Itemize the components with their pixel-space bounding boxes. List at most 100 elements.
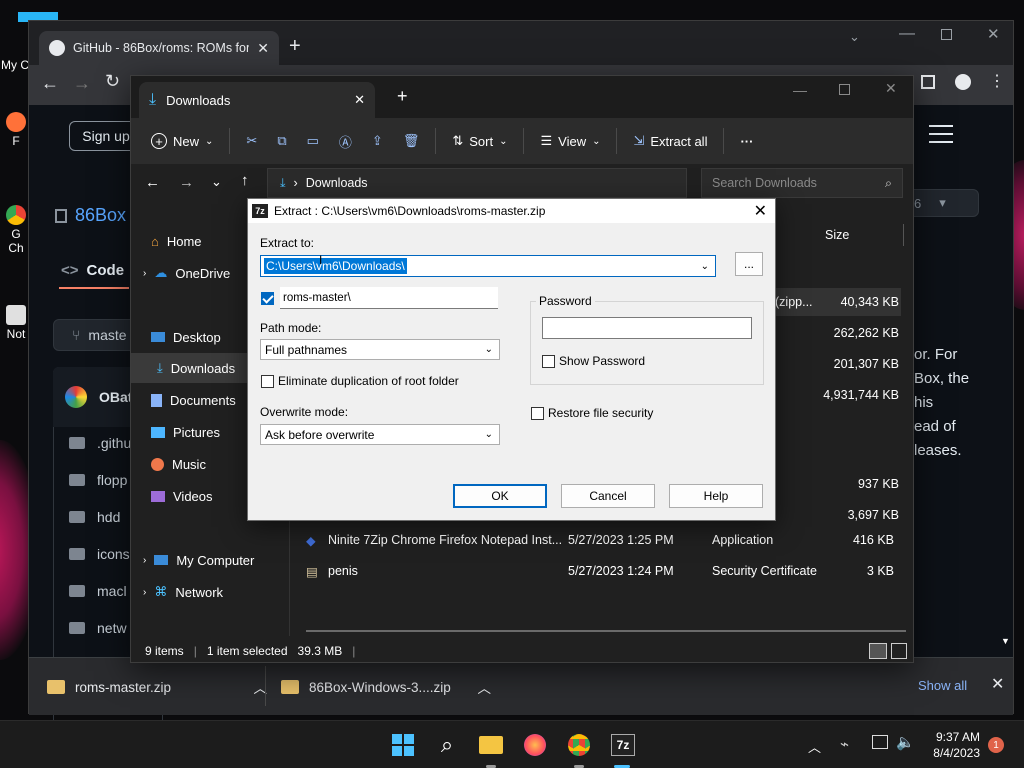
close-tab-icon[interactable]: ✕ (257, 40, 269, 57)
list-item[interactable]: flopp (69, 462, 127, 498)
view-button[interactable]: ☰ View ⌄ (530, 125, 610, 157)
tab-code[interactable]: <> Code (61, 262, 124, 279)
download-item[interactable]: 86Box-Windows-3....zip ︿ (281, 658, 491, 716)
sidebar-item-documents[interactable]: Documents (151, 385, 236, 415)
maximize-icon[interactable] (941, 29, 952, 40)
new-button[interactable]: + New ⌄ (141, 125, 223, 157)
menu-icon[interactable]: ⋮ (989, 71, 1005, 91)
close-downloads-bar-icon[interactable]: ✕ (991, 674, 1004, 694)
maximize-icon[interactable] (839, 84, 850, 95)
recent-locations-icon[interactable]: ⌄ (211, 174, 222, 190)
extract-to-input[interactable]: C:\Users\vm6\Downloads\ (264, 258, 407, 274)
file-size: 937 KB (857, 477, 899, 491)
extract-to-combo[interactable]: C:\Users\vm6\Downloads\ ⌄ (260, 255, 716, 277)
address-bar[interactable]: ⤓ › Downloads (267, 168, 687, 198)
sidebar-item-desktop[interactable]: Desktop (151, 322, 221, 352)
details-view-icon[interactable] (869, 643, 887, 659)
horizontal-scrollbar[interactable] (306, 630, 906, 632)
close-window-icon[interactable]: ✕ (885, 80, 897, 97)
repo-title[interactable]: 86Box (55, 205, 126, 226)
sidebar-item-label: OneDrive (175, 265, 231, 281)
volume-icon[interactable]: 🔈 (896, 733, 915, 751)
firefox-taskbar-button[interactable] (520, 730, 550, 760)
new-tab-icon[interactable]: + (289, 35, 301, 58)
chevron-up-icon[interactable]: ︿ (478, 677, 492, 697)
minimize-icon[interactable]: — (793, 82, 807, 98)
desktop-icon-firefox[interactable]: F (4, 112, 28, 148)
forward-icon[interactable]: → (179, 174, 194, 191)
more-options-icon[interactable]: ··· (730, 125, 763, 157)
new-tab-icon[interactable]: + (397, 86, 408, 107)
7zip-taskbar-button[interactable]: 7z (608, 730, 638, 760)
tiles-view-icon[interactable] (891, 643, 907, 659)
help-button[interactable]: Help (669, 484, 763, 508)
list-item[interactable]: macl (69, 573, 127, 609)
close-icon[interactable]: ✕ (754, 201, 767, 221)
list-item[interactable]: icons (69, 536, 130, 572)
rename-icon[interactable]: Ⓐ (329, 125, 362, 157)
delete-icon[interactable]: 🗑 (393, 125, 430, 157)
download-item[interactable]: roms-master.zip ︿ (47, 658, 267, 716)
minimize-icon[interactable]: — (899, 25, 915, 43)
network-icon[interactable]: ⌁ (840, 735, 849, 753)
reload-icon[interactable]: ↻ (105, 71, 120, 92)
browse-button[interactable]: ... (735, 252, 763, 276)
tab-search-icon[interactable]: ⌄ (849, 29, 860, 45)
sidebar-item-videos[interactable]: Videos (151, 481, 213, 511)
side-panel-icon[interactable] (921, 75, 935, 89)
chrome-taskbar-button[interactable] (564, 730, 594, 760)
extract-all-button[interactable]: ⇲ Extract all (623, 125, 717, 157)
overwrite-mode-select[interactable]: Ask before overwrite ⌄ (260, 424, 500, 445)
sidebar-item-network[interactable]: › ⌘ Network (143, 577, 223, 607)
column-header-size[interactable]: Size (825, 228, 849, 242)
explorer-tab[interactable]: ⤓ Downloads ✕ (139, 82, 375, 118)
file-explorer-taskbar-button[interactable] (476, 730, 506, 760)
path-mode-select[interactable]: Full pathnames ⌄ (260, 339, 500, 360)
sort-button[interactable]: ⇅ Sort ⌄ (442, 125, 517, 157)
hamburger-icon[interactable] (929, 125, 953, 143)
desktop-icon-notepad[interactable]: Not (4, 305, 28, 341)
display-icon[interactable] (872, 735, 888, 749)
copy-icon[interactable]: ⧉ (267, 125, 296, 157)
cancel-button[interactable]: Cancel (561, 484, 655, 508)
scroll-down-icon[interactable]: ▼ (1001, 636, 1010, 646)
up-icon[interactable]: ↑ (241, 172, 249, 189)
sidebar-item-music[interactable]: Music (151, 449, 206, 479)
show-all-link[interactable]: Show all (918, 678, 967, 693)
sidebar-item-home[interactable]: ⌂ Home (151, 226, 202, 256)
forward-icon[interactable]: → (73, 73, 91, 94)
table-row[interactable]: ◆ Ninite 7Zip Chrome Firefox Notepad Ins… (306, 525, 906, 555)
cut-icon[interactable]: ✂ (236, 125, 267, 157)
share-icon[interactable]: ⇪ (362, 125, 393, 157)
profile-icon[interactable] (955, 74, 971, 90)
eliminate-duplication-checkbox[interactable]: Eliminate duplication of root folder (261, 374, 459, 388)
table-row[interactable]: ▤ penis 5/27/2023 1:24 PM Security Certi… (306, 556, 906, 586)
list-item[interactable]: hdd (69, 499, 120, 535)
search-box[interactable]: Search Downloads ⌕ (701, 168, 903, 198)
list-item[interactable]: .githu (69, 425, 131, 461)
subfolder-checkbox[interactable] (261, 292, 274, 308)
sidebar-item-my-computer[interactable]: › My Computer (143, 545, 254, 575)
paste-icon[interactable]: ▭ (297, 125, 329, 157)
restore-security-checkbox[interactable]: Restore file security (531, 406, 653, 420)
browser-tab-github[interactable]: GitHub - 86Box/roms: ROMs for ✕ (39, 31, 279, 65)
ok-button[interactable]: OK (453, 484, 547, 508)
search-icon[interactable]: ⌕ (432, 730, 462, 760)
close-window-icon[interactable]: ✕ (987, 25, 1000, 43)
chevron-up-icon[interactable]: ︿ (808, 737, 821, 756)
password-input[interactable] (542, 317, 752, 339)
start-button[interactable] (388, 730, 418, 760)
list-item[interactable]: netw (69, 610, 127, 646)
subfolder-input[interactable]: roms-master\ (280, 287, 498, 309)
back-icon[interactable]: ← (145, 174, 160, 191)
back-icon[interactable]: ← (41, 73, 59, 94)
desktop-icon-chrome[interactable]: G Ch (4, 205, 28, 255)
notification-badge[interactable]: 1 (988, 737, 1004, 753)
show-password-checkbox[interactable]: Show Password (542, 354, 645, 368)
sidebar-item-onedrive[interactable]: › ☁ OneDrive (143, 258, 230, 288)
sidebar-item-pictures[interactable]: Pictures (151, 417, 220, 447)
documents-icon (151, 393, 162, 407)
chevron-down-icon[interactable]: ⌄ (701, 261, 709, 272)
clock[interactable]: 9:37 AM 8/4/2023 (924, 729, 980, 761)
close-tab-icon[interactable]: ✕ (354, 92, 365, 108)
